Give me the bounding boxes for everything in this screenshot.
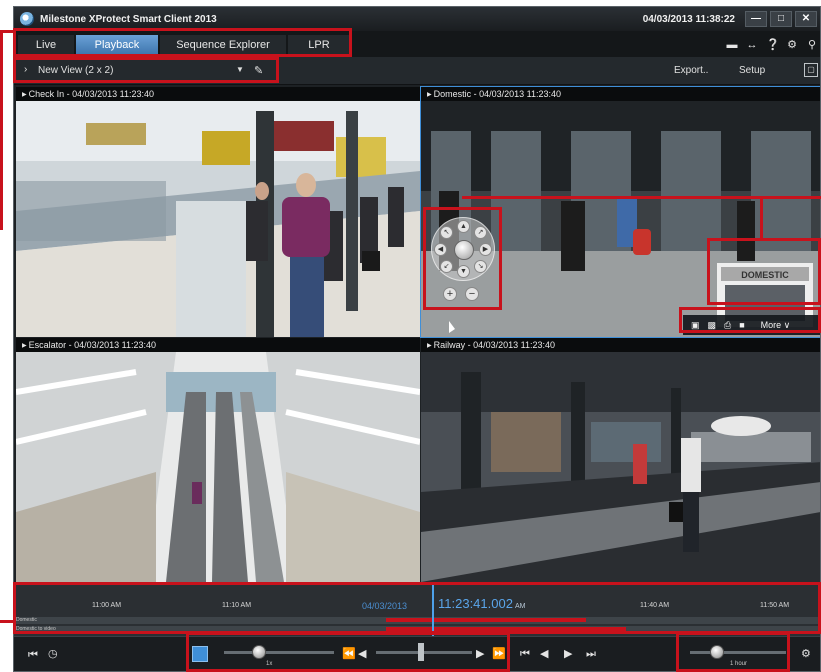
camera-caption: Check In - 04/03/2013 11:23:40 xyxy=(16,87,420,101)
monitor-icon[interactable]: ▬ xyxy=(726,39,738,51)
camera-caption: Escalator - 04/03/2013 11:23:40 xyxy=(16,338,420,352)
window-title: Milestone XProtect Smart Client 2013 xyxy=(40,13,217,25)
rewind-icon[interactable]: ⏪ xyxy=(342,648,356,660)
help-icon[interactable]: ❔ xyxy=(766,39,780,51)
jog-shuttle-slider[interactable] xyxy=(376,651,472,654)
camera-caption: Railway - 04/03/2013 11:23:40 xyxy=(421,338,820,352)
camera-feed-image xyxy=(421,352,820,582)
title-bar: Milestone XProtect Smart Client 2013 04/… xyxy=(14,7,820,31)
timeline-tick: 11:40 AM xyxy=(640,602,670,609)
chevron-right-icon[interactable]: › xyxy=(24,64,27,75)
arrows-icon[interactable]: ↔ xyxy=(746,39,758,51)
clock-icon[interactable]: ◷ xyxy=(48,648,58,660)
pin-icon[interactable]: ⚲ xyxy=(806,39,818,51)
railway-scene xyxy=(421,352,820,582)
skip-to-start-icon[interactable]: ⏮ xyxy=(28,649,38,661)
workspace-tabs: Live Playback Sequence Explorer LPR ▬ ↔ … xyxy=(14,31,820,57)
camera-toolbar: ▣ ▩ ⎙ ■ More ∨ xyxy=(683,315,820,335)
timeline-tick: 11:50 AM xyxy=(760,602,790,609)
snapshot-icon[interactable]: ▩ xyxy=(708,320,717,331)
ptz-down-right-arrow-icon[interactable]: ↘ xyxy=(474,260,487,273)
timespan-knob[interactable] xyxy=(710,645,724,659)
chevron-down-icon[interactable]: ▼ xyxy=(236,65,244,74)
lock-icon[interactable]: ■ xyxy=(739,320,744,330)
camera-tile-railway[interactable]: Railway - 04/03/2013 11:23:40 xyxy=(421,338,820,582)
ptz-down-left-arrow-icon[interactable]: ↙ xyxy=(440,260,453,273)
check-in-scene xyxy=(16,101,420,337)
callout-anchor-line xyxy=(0,620,14,623)
ptz-up-left-arrow-icon[interactable]: ↖ xyxy=(440,226,453,239)
timeline-tick: 11:10 AM xyxy=(222,602,252,609)
zoom-in-button[interactable]: + xyxy=(443,287,457,301)
ptz-right-arrow-icon[interactable]: ▶ xyxy=(479,243,492,256)
previous-sequence-icon[interactable]: ⏮ xyxy=(520,648,530,660)
callout-anchor-line xyxy=(0,30,3,230)
gear-icon[interactable]: ⚙ xyxy=(786,39,798,51)
minimize-button[interactable]: — xyxy=(745,11,767,27)
gear-icon[interactable]: ⚙ xyxy=(801,648,811,660)
ptz-down-arrow-icon[interactable]: ▼ xyxy=(457,265,470,278)
more-menu-button[interactable]: More ∨ xyxy=(761,320,791,331)
next-sequence-icon[interactable]: ⏭ xyxy=(586,648,596,660)
playback-speed-knob[interactable] xyxy=(252,645,266,659)
title-clock: 04/03/2013 11:38:22 xyxy=(642,13,735,25)
timeline-date: 04/03/2013 xyxy=(362,601,408,611)
tab-playback[interactable]: Playback xyxy=(76,35,158,55)
camera-caption: Domestic - 04/03/2013 11:23:40 xyxy=(421,87,820,101)
close-button[interactable]: ✕ xyxy=(795,11,817,27)
ptz-navigation-control[interactable]: ▲ ▼ ◀ ▶ ↖ ↗ ↙ ↘ xyxy=(431,217,495,281)
recording-segment xyxy=(386,627,626,631)
play-reverse-icon[interactable]: ◀ xyxy=(358,648,366,660)
recording-segment xyxy=(386,618,586,622)
fast-forward-icon[interactable]: ⏩ xyxy=(492,648,506,660)
maximize-button[interactable]: □ xyxy=(770,11,792,27)
track-label: Domestic xyxy=(16,617,37,623)
view-selector[interactable]: New View (2 x 2) xyxy=(38,65,113,76)
ptz-home-button[interactable] xyxy=(454,240,474,260)
current-time-ampm: AM xyxy=(514,603,526,610)
escalator-scene xyxy=(16,352,420,582)
timeline-playhead[interactable] xyxy=(432,584,434,636)
current-time-value: 11:23:41.002 xyxy=(438,596,513,611)
view-toolbar: › New View (2 x 2) ▼ ✎ Export.. Setup ▢ xyxy=(14,57,820,85)
camera-feed-image xyxy=(16,352,420,582)
zoom-out-button[interactable]: − xyxy=(465,287,479,301)
timespan-label: 1 hour xyxy=(730,661,748,667)
video-camera-icon[interactable]: ▣ xyxy=(691,320,700,331)
callout-connector-line xyxy=(760,196,763,238)
track-label: Domestic to video xyxy=(16,626,56,632)
current-playback-time: 11:23:41.002 AM xyxy=(438,596,525,611)
smart-client-window: Milestone XProtect Smart Client 2013 04/… xyxy=(13,6,821,672)
callout-connector-line xyxy=(462,196,821,199)
search-period-button[interactable] xyxy=(192,646,208,662)
tab-lpr[interactable]: LPR xyxy=(288,35,350,55)
playback-timeline[interactable]: 11:00 AM 11:10 AM 04/03/2013 11:23:41.00… xyxy=(14,584,820,636)
play-forward-icon[interactable]: ▶ xyxy=(476,648,484,660)
playback-controls: ⏮ ◷ 1x ⏪ ◀ ▶ ⏩ ⏮ ◀ ▶ ⏭ 1 hour ⚙ xyxy=(14,636,820,671)
playback-speed-slider[interactable] xyxy=(224,651,334,654)
ptz-up-arrow-icon[interactable]: ▲ xyxy=(457,220,470,233)
camera-feed-image xyxy=(16,101,420,337)
edit-view-icon[interactable]: ✎ xyxy=(254,64,263,77)
camera-tile-check-in[interactable]: Check In - 04/03/2013 11:23:40 xyxy=(16,87,420,337)
ptz-up-right-arrow-icon[interactable]: ↗ xyxy=(474,226,487,239)
next-frame-icon[interactable]: ▶ xyxy=(564,648,572,660)
playback-speed-label: 1x xyxy=(266,661,273,667)
timeline-tick: 11:00 AM xyxy=(92,602,122,609)
tab-live[interactable]: Live xyxy=(18,35,74,55)
previous-frame-icon[interactable]: ◀ xyxy=(540,648,548,660)
jog-shuttle-handle[interactable] xyxy=(418,643,424,661)
timespan-slider[interactable] xyxy=(690,651,786,654)
print-icon[interactable]: ⎙ xyxy=(724,320,731,331)
tab-sequence-explorer[interactable]: Sequence Explorer xyxy=(160,35,286,55)
fullscreen-icon[interactable]: ▢ xyxy=(804,63,818,77)
setup-button[interactable]: Setup xyxy=(739,65,765,76)
domestic-sign-text: DOMESTIC xyxy=(741,270,789,280)
ptz-left-arrow-icon[interactable]: ◀ xyxy=(434,243,447,256)
export-button[interactable]: Export.. xyxy=(674,65,708,76)
milestone-logo-icon xyxy=(20,12,34,26)
camera-tile-escalator[interactable]: Escalator - 04/03/2013 11:23:40 xyxy=(16,338,420,582)
